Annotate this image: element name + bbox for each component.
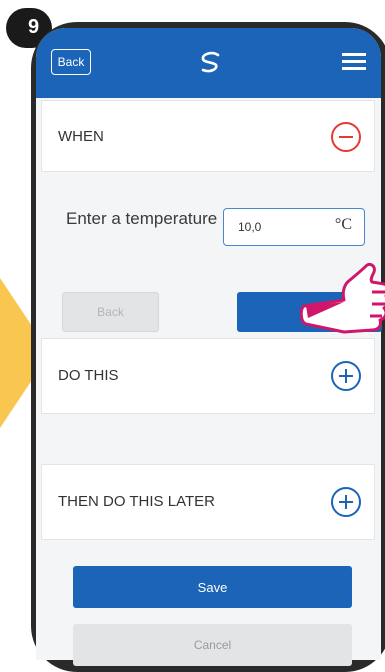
do-this-section: DO THIS [41, 338, 375, 414]
pointing-hand-icon [300, 262, 385, 334]
salus-logo-icon [201, 51, 220, 73]
back-button[interactable]: Back [62, 292, 159, 332]
then-later-label: THEN DO THIS LATER [58, 493, 215, 510]
minus-circle-icon[interactable] [330, 121, 362, 153]
plus-circle-icon[interactable] [330, 360, 362, 392]
plus-circle-icon[interactable] [330, 486, 362, 518]
when-label: WHEN [58, 128, 104, 145]
temperature-prompt: Enter a temperature [66, 209, 218, 228]
then-later-section: THEN DO THIS LATER [41, 464, 375, 540]
temperature-unit: °C [334, 216, 352, 233]
temperature-value: 10,0 [238, 220, 262, 234]
when-section: WHEN [41, 100, 375, 172]
do-this-label: DO THIS [58, 367, 119, 384]
save-button[interactable]: Save [73, 566, 352, 608]
header-back-button[interactable]: Back [51, 49, 91, 75]
temperature-input[interactable]: 10,0 °C [223, 208, 365, 246]
cancel-button[interactable]: Cancel [73, 624, 352, 666]
app-header: Back [36, 28, 381, 98]
hamburger-icon[interactable] [342, 52, 366, 70]
